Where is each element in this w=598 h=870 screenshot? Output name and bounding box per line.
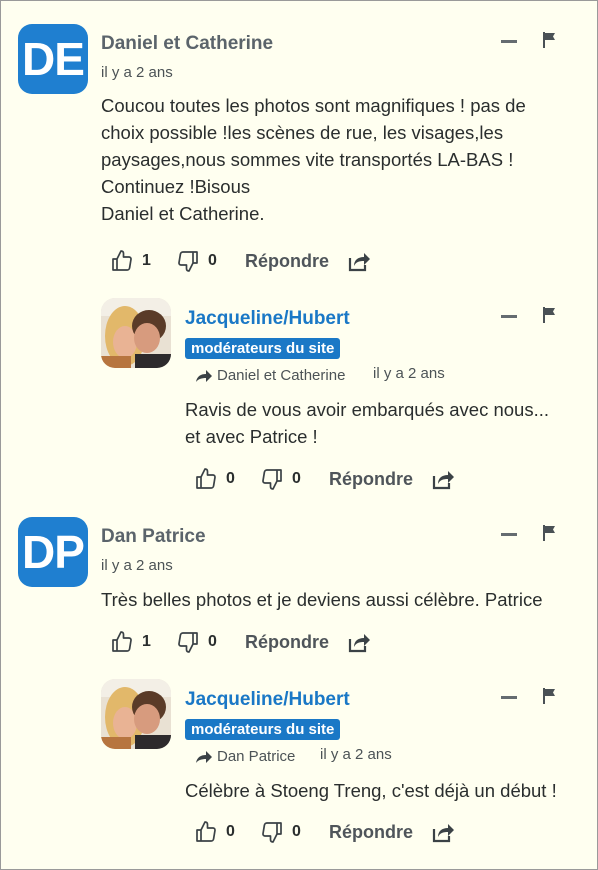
minus-icon[interactable] [501, 315, 517, 318]
minus-icon[interactable] [501, 533, 517, 536]
share-icon[interactable] [347, 249, 371, 273]
reply-time[interactable]: il y a 2 ans [320, 746, 392, 763]
reply-button[interactable]: Répondre [245, 251, 329, 272]
dislike-count: 0 [208, 252, 217, 269]
reply-body: Célèbre à Stoeng Treng, c'est déjà un dé… [185, 777, 590, 804]
comment-line: Coucou toutes les photos sont magnifique… [101, 95, 526, 116]
reply-line: et avec Patrice ! [185, 426, 318, 447]
comment-line: choix possible !les scènes de rue, les v… [101, 122, 504, 143]
reply-line: Célèbre à Stoeng Treng, c'est déjà un dé… [185, 780, 557, 801]
avatar-photo[interactable] [101, 679, 171, 749]
comment-actions: 1 0 Répondre [110, 249, 371, 273]
reply-body: Ravis de vous avoir embarqués avec nous.… [185, 396, 585, 450]
flag-icon[interactable] [542, 525, 556, 541]
comment-line: Daniel et Catherine. [101, 203, 265, 224]
avatar-initials: DE [22, 33, 85, 85]
reply-button[interactable]: Répondre [245, 632, 329, 653]
reply-time[interactable]: il y a 2 ans [373, 365, 445, 382]
comment-line: paysages,nous sommes vite transportés LA… [101, 149, 514, 170]
flag-icon[interactable] [542, 32, 556, 48]
couple-photo-image [101, 298, 171, 368]
reply-line: Ravis de vous avoir embarqués avec nous.… [185, 399, 550, 420]
thumbs-down-icon[interactable] [176, 630, 200, 654]
comment-body: Coucou toutes les photos sont magnifique… [101, 92, 581, 227]
dislike-count: 0 [292, 823, 301, 840]
moderator-badge: modérateurs du site [185, 338, 341, 359]
share-icon[interactable] [431, 820, 455, 844]
flag-icon[interactable] [542, 307, 556, 323]
reply-to-name[interactable]: Dan Patrice [217, 748, 295, 765]
like-count: 1 [142, 633, 151, 650]
comment-author[interactable]: Daniel et Catherine [101, 33, 273, 55]
reply-to-name[interactable]: Daniel et Catherine [217, 367, 345, 384]
comment-body: Très belles photos et je deviens aussi c… [101, 586, 591, 613]
like-count: 0 [226, 470, 235, 487]
reply-arrow-icon [195, 369, 213, 383]
share-icon[interactable] [347, 630, 371, 654]
reply-button[interactable]: Répondre [329, 822, 413, 843]
like-count: 1 [142, 252, 151, 269]
avatar[interactable]: DE [18, 24, 88, 94]
thumbs-down-icon[interactable] [176, 249, 200, 273]
thumbs-up-icon[interactable] [194, 467, 218, 491]
dislike-count: 0 [292, 470, 301, 487]
reply-to[interactable]: Daniel et Catherine [195, 367, 345, 384]
avatar-photo[interactable] [101, 298, 171, 368]
thumbs-up-icon[interactable] [110, 630, 134, 654]
reply-button[interactable]: Répondre [329, 469, 413, 490]
share-icon[interactable] [431, 467, 455, 491]
reply-arrow-icon [195, 750, 213, 764]
reply-to[interactable]: Dan Patrice [195, 748, 295, 765]
reply-author[interactable]: Jacqueline/Hubert [185, 308, 350, 330]
comment-line: Très belles photos et je deviens aussi c… [101, 589, 543, 610]
comment-line: Continuez !Bisous [101, 176, 251, 197]
dislike-count: 0 [208, 633, 217, 650]
avatar-initials: DP [22, 526, 85, 578]
couple-photo-image [101, 679, 171, 749]
flag-icon[interactable] [542, 688, 556, 704]
comment-time[interactable]: il y a 2 ans [101, 64, 173, 81]
reply-author[interactable]: Jacqueline/Hubert [185, 689, 350, 711]
like-count: 0 [226, 823, 235, 840]
comment-time[interactable]: il y a 2 ans [101, 557, 173, 574]
thumbs-down-icon[interactable] [260, 467, 284, 491]
minus-icon[interactable] [501, 696, 517, 699]
thumbs-down-icon[interactable] [260, 820, 284, 844]
moderator-badge: modérateurs du site [185, 719, 341, 740]
comment-actions: 1 0 Répondre [110, 630, 371, 654]
thumbs-up-icon[interactable] [110, 249, 134, 273]
reply-actions: 0 0 Répondre [194, 467, 455, 491]
reply-actions: 0 0 Répondre [194, 820, 455, 844]
avatar[interactable]: DP [18, 517, 88, 587]
comment-author[interactable]: Dan Patrice [101, 526, 206, 548]
thumbs-up-icon[interactable] [194, 820, 218, 844]
minus-icon[interactable] [501, 40, 517, 43]
